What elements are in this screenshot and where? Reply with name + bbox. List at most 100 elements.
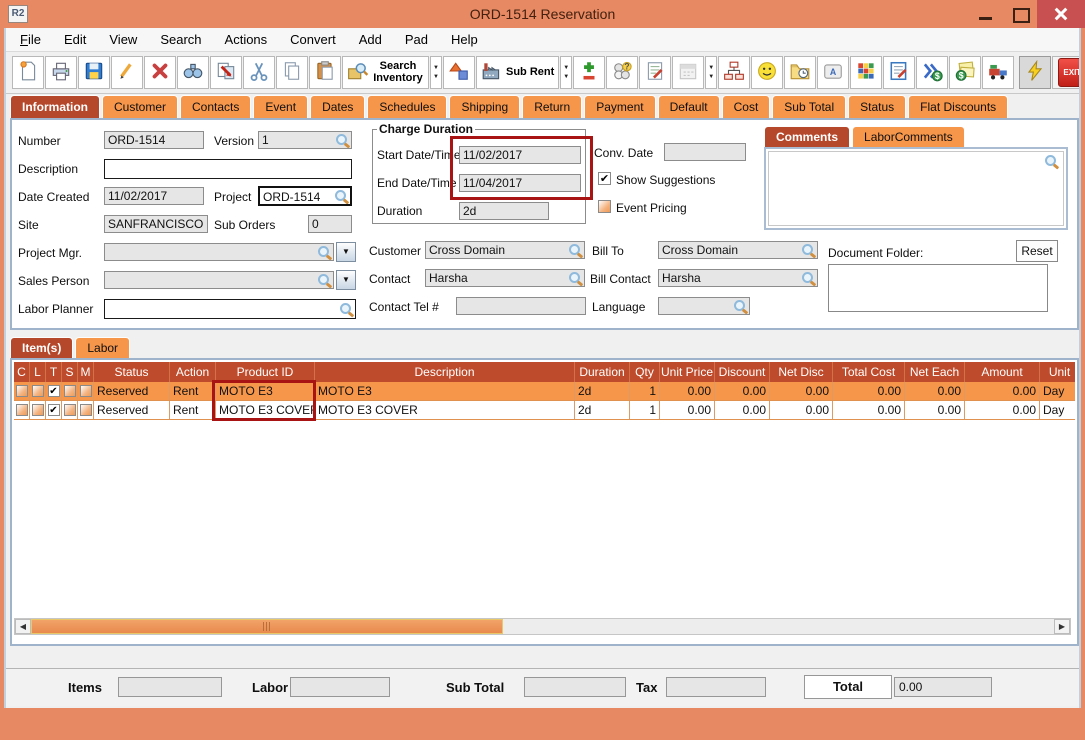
row1-check-c[interactable] <box>16 385 28 397</box>
sales-person-field[interactable] <box>104 271 334 289</box>
col-header-qty[interactable]: Qty <box>630 362 660 382</box>
menu-edit[interactable]: Edit <box>64 32 86 47</box>
col-header-description[interactable]: Description <box>315 362 575 382</box>
col-header-net-disc[interactable]: Net Disc <box>770 362 833 382</box>
tab-sub-total[interactable]: Sub Total <box>772 95 846 118</box>
row2-check-s[interactable] <box>64 404 76 416</box>
calendar-dropdown[interactable]: ▼▼ <box>705 56 717 89</box>
tab-information[interactable]: Information <box>10 95 100 118</box>
tab-cost[interactable]: Cost <box>722 95 771 118</box>
shortcut-key-button[interactable]: A <box>817 56 849 89</box>
col-header-l[interactable]: L <box>30 362 46 382</box>
row2-check-m[interactable] <box>80 404 92 416</box>
table-row[interactable]: ✔ Reserved Rent MOTO E3 MOTO E3 2d 1 0.0… <box>14 382 1075 401</box>
table-row[interactable]: ✔ Reserved Rent MOTO E3 COVER MOTO E3 CO… <box>14 401 1075 420</box>
contact-search-icon[interactable] <box>569 272 582 285</box>
labor-planner-field[interactable] <box>104 299 356 319</box>
print-button[interactable] <box>45 56 77 89</box>
transfer-order-button[interactable] <box>210 56 242 89</box>
project-mgr-search-icon[interactable] <box>318 246 331 259</box>
tab-labor[interactable]: Labor <box>75 337 130 358</box>
col-header-discount[interactable]: Discount <box>715 362 770 382</box>
find-button[interactable] <box>177 56 209 89</box>
version-search-icon[interactable] <box>336 134 349 147</box>
project-mgr-field[interactable] <box>104 243 334 261</box>
new-document-button[interactable] <box>12 56 44 89</box>
menu-help[interactable]: Help <box>451 32 478 47</box>
sales-person-dropdown[interactable]: ▼ <box>336 270 356 290</box>
col-header-c[interactable]: C <box>14 362 30 382</box>
tab-default[interactable]: Default <box>658 95 720 118</box>
tab-contacts[interactable]: Contacts <box>180 95 251 118</box>
tab-event[interactable]: Event <box>253 95 308 118</box>
col-header-total-cost[interactable]: Total Cost <box>833 362 905 382</box>
delete-button[interactable] <box>144 56 176 89</box>
row1-check-l[interactable] <box>32 385 44 397</box>
price-notes-button[interactable]: $ <box>949 56 981 89</box>
language-field[interactable] <box>658 297 750 315</box>
version-field[interactable]: 1 <box>258 131 352 149</box>
col-header-duration[interactable]: Duration <box>575 362 630 382</box>
project-search-icon[interactable] <box>335 190 348 203</box>
reset-button[interactable]: Reset <box>1016 240 1058 262</box>
save-button[interactable] <box>78 56 110 89</box>
calendar-button[interactable] <box>672 56 704 89</box>
col-header-unit-price[interactable]: Unit Price <box>660 362 715 382</box>
end-date-field[interactable]: 11/04/2017 <box>459 174 581 192</box>
add-remove-button[interactable] <box>573 56 605 89</box>
availability-query-button[interactable]: ? <box>606 56 638 89</box>
tab-status[interactable]: Status <box>848 95 906 118</box>
convert-shapes-button[interactable] <box>443 56 475 89</box>
menu-pad[interactable]: Pad <box>405 32 428 47</box>
bill-to-search-icon[interactable] <box>802 244 815 257</box>
menu-search[interactable]: Search <box>160 32 201 47</box>
scroll-left-arrow[interactable]: ◀ <box>15 619 31 634</box>
folder-history-button[interactable] <box>784 56 816 89</box>
duration-field[interactable]: 2d <box>459 202 549 220</box>
org-chart-button[interactable] <box>718 56 750 89</box>
contact-field[interactable]: Harsha <box>425 269 585 287</box>
description-field[interactable] <box>104 159 352 179</box>
tab-dates[interactable]: Dates <box>310 95 365 118</box>
tab-schedules[interactable]: Schedules <box>367 95 447 118</box>
language-search-icon[interactable] <box>734 300 747 313</box>
comments-search-icon[interactable] <box>1045 155 1058 168</box>
menu-convert[interactable]: Convert <box>290 32 336 47</box>
scroll-right-arrow[interactable]: ▶ <box>1054 619 1070 634</box>
document-folder-textarea[interactable] <box>828 264 1048 312</box>
event-pricing-checkbox[interactable] <box>598 200 611 213</box>
exit-button[interactable]: EXIT <box>1052 56 1079 89</box>
menu-add[interactable]: Add <box>359 32 382 47</box>
col-header-product-id[interactable]: Product ID <box>216 362 315 382</box>
project-mgr-dropdown[interactable]: ▼ <box>336 242 356 262</box>
project-field[interactable]: ORD-1514 <box>258 186 352 206</box>
tab-customer[interactable]: Customer <box>102 95 178 118</box>
row2-check-c[interactable] <box>16 404 28 416</box>
tab-comments[interactable]: Comments <box>764 126 850 147</box>
row1-check-t[interactable]: ✔ <box>48 385 60 397</box>
labor-planner-search-icon[interactable] <box>340 303 353 316</box>
show-suggestions-checkbox[interactable]: ✔ <box>598 172 611 185</box>
customer-field[interactable]: Cross Domain <box>425 241 585 259</box>
col-header-m[interactable]: M <box>78 362 94 382</box>
col-header-t[interactable]: T <box>46 362 62 382</box>
tab-items[interactable]: Item(s) <box>10 337 73 358</box>
tab-labor-comments[interactable]: LaborComments <box>852 126 965 147</box>
maximize-button[interactable] <box>1003 0 1037 28</box>
col-header-net-each[interactable]: Net Each <box>905 362 965 382</box>
sub-rent-button[interactable]: Sub Rent <box>476 56 559 89</box>
menu-file[interactable]: File <box>20 32 41 47</box>
copy-button[interactable] <box>276 56 308 89</box>
start-date-field[interactable]: 11/02/2017 <box>459 146 581 164</box>
date-created-field[interactable]: 11/02/2017 <box>104 187 204 205</box>
number-field[interactable]: ORD-1514 <box>104 131 204 149</box>
conv-date-field[interactable] <box>664 143 746 161</box>
cut-button[interactable] <box>243 56 275 89</box>
edit-pad-button[interactable] <box>883 56 915 89</box>
minimize-button[interactable] <box>969 0 1003 28</box>
tab-payment[interactable]: Payment <box>584 95 655 118</box>
tab-return[interactable]: Return <box>522 95 582 118</box>
comments-textarea[interactable] <box>768 151 1064 226</box>
scrollbar-thumb[interactable] <box>31 619 503 634</box>
search-inventory-dropdown[interactable]: ▼▼ <box>430 56 442 89</box>
